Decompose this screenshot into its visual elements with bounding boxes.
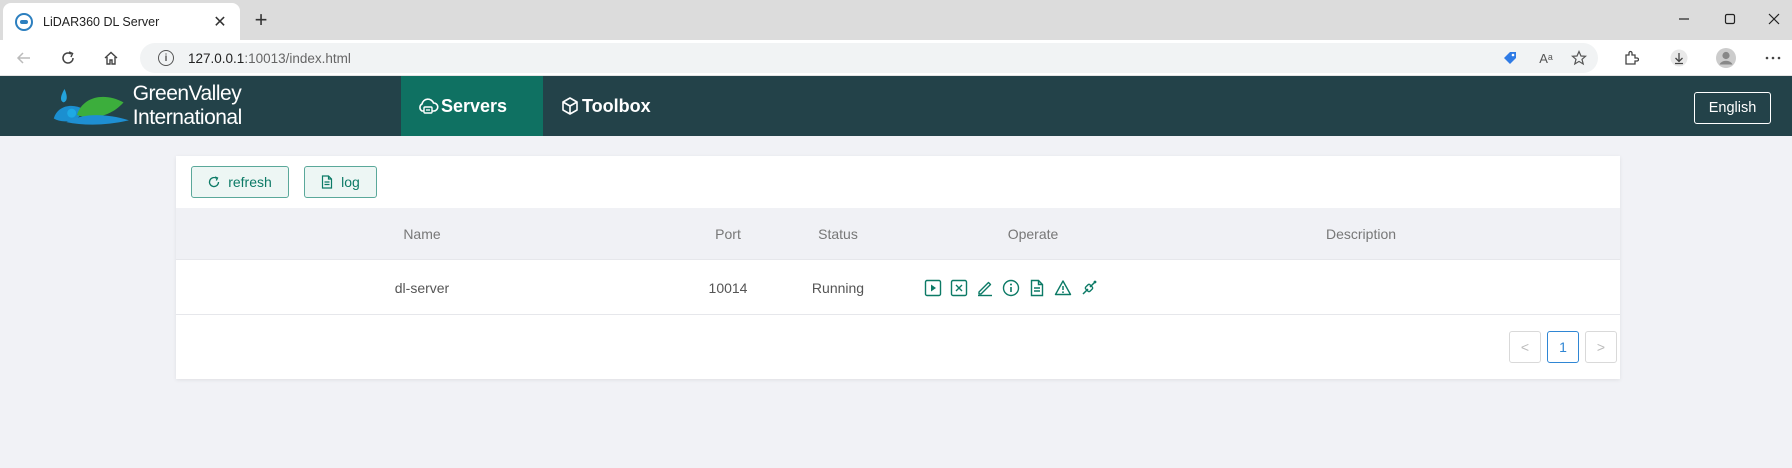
- favorites-star-icon[interactable]: [1568, 46, 1592, 70]
- close-tab-icon[interactable]: ✕: [210, 12, 230, 32]
- browser-tabstrip: LiDAR360 DL Server ✕ +: [0, 0, 1792, 40]
- servers-panel: refresh log Name Port Status Operate Des…: [176, 156, 1620, 379]
- edit-icon[interactable]: [972, 275, 998, 301]
- nav-servers[interactable]: Servers: [401, 76, 543, 136]
- brand-name: GreenValley International: [132, 82, 243, 129]
- cloud-server-icon: [419, 98, 439, 114]
- table-row: dl-server 10014 Running: [176, 260, 1620, 315]
- profile-avatar-icon[interactable]: [1712, 44, 1740, 72]
- greenvalley-logo-icon: [53, 89, 129, 125]
- column-header-name[interactable]: Name: [362, 208, 482, 260]
- extensions-icon[interactable]: [1617, 44, 1645, 72]
- cube-icon: [562, 97, 578, 115]
- new-tab-icon[interactable]: +: [249, 7, 273, 32]
- site-info-icon[interactable]: i: [158, 50, 174, 66]
- page-1-button[interactable]: 1: [1547, 331, 1579, 363]
- browser-toolbar: i 127.0.0.1:10013/index.html Aᵃ: [0, 40, 1792, 76]
- stop-icon[interactable]: [946, 275, 972, 301]
- document-icon[interactable]: [1024, 275, 1050, 301]
- url-text: 127.0.0.1:10013/index.html: [188, 50, 351, 66]
- downloads-icon[interactable]: [1665, 44, 1693, 72]
- back-icon[interactable]: [10, 44, 38, 72]
- reload-icon[interactable]: [54, 44, 82, 72]
- address-bar[interactable]: i 127.0.0.1:10013/index.html Aᵃ: [140, 43, 1598, 73]
- maximize-icon[interactable]: [1707, 4, 1753, 34]
- site-favicon-icon: [15, 12, 33, 31]
- warning-icon[interactable]: [1050, 275, 1076, 301]
- next-page-button[interactable]: >: [1585, 331, 1617, 363]
- nav-servers-label: Servers: [441, 95, 508, 116]
- home-icon[interactable]: [97, 44, 125, 72]
- server-port: 10014: [708, 279, 748, 296]
- close-window-icon[interactable]: [1751, 4, 1792, 34]
- table-header: Name Port Status Operate Description: [176, 208, 1620, 260]
- nav-toolbox-label: Toolbox: [582, 95, 651, 116]
- read-aloud-icon[interactable]: Aᵃ: [1534, 46, 1558, 70]
- minimize-icon[interactable]: [1661, 4, 1707, 34]
- link-icon[interactable]: [1076, 275, 1102, 301]
- tab-title: LiDAR360 DL Server: [43, 14, 160, 29]
- nav-toolbox[interactable]: Toolbox: [560, 76, 670, 136]
- column-header-operate: Operate: [1007, 226, 1059, 242]
- info-icon[interactable]: [998, 275, 1024, 301]
- browser-tab[interactable]: LiDAR360 DL Server ✕: [3, 3, 240, 40]
- operate-actions: [920, 260, 1102, 315]
- server-status: Running: [811, 279, 865, 296]
- refresh-label: refresh: [228, 174, 272, 190]
- more-menu-icon[interactable]: [1759, 44, 1787, 72]
- log-label: log: [341, 174, 360, 190]
- brand-logo[interactable]: GreenValley International: [52, 82, 332, 129]
- language-button[interactable]: English: [1694, 92, 1771, 124]
- column-header-description: Description: [1325, 226, 1397, 242]
- prev-page-button[interactable]: <: [1509, 331, 1541, 363]
- app-header: GreenValley International Servers Toolbo…: [0, 76, 1792, 136]
- column-header-port[interactable]: Port: [688, 208, 768, 260]
- tag-icon[interactable]: [1498, 46, 1522, 70]
- server-description: [1286, 260, 1436, 315]
- refresh-button[interactable]: refresh: [191, 166, 289, 198]
- play-icon[interactable]: [920, 275, 946, 301]
- refresh-icon: [209, 176, 220, 188]
- server-name: dl-server: [394, 279, 450, 296]
- column-header-status[interactable]: Status: [788, 208, 888, 260]
- log-button[interactable]: log: [304, 166, 377, 198]
- file-icon: [322, 175, 333, 189]
